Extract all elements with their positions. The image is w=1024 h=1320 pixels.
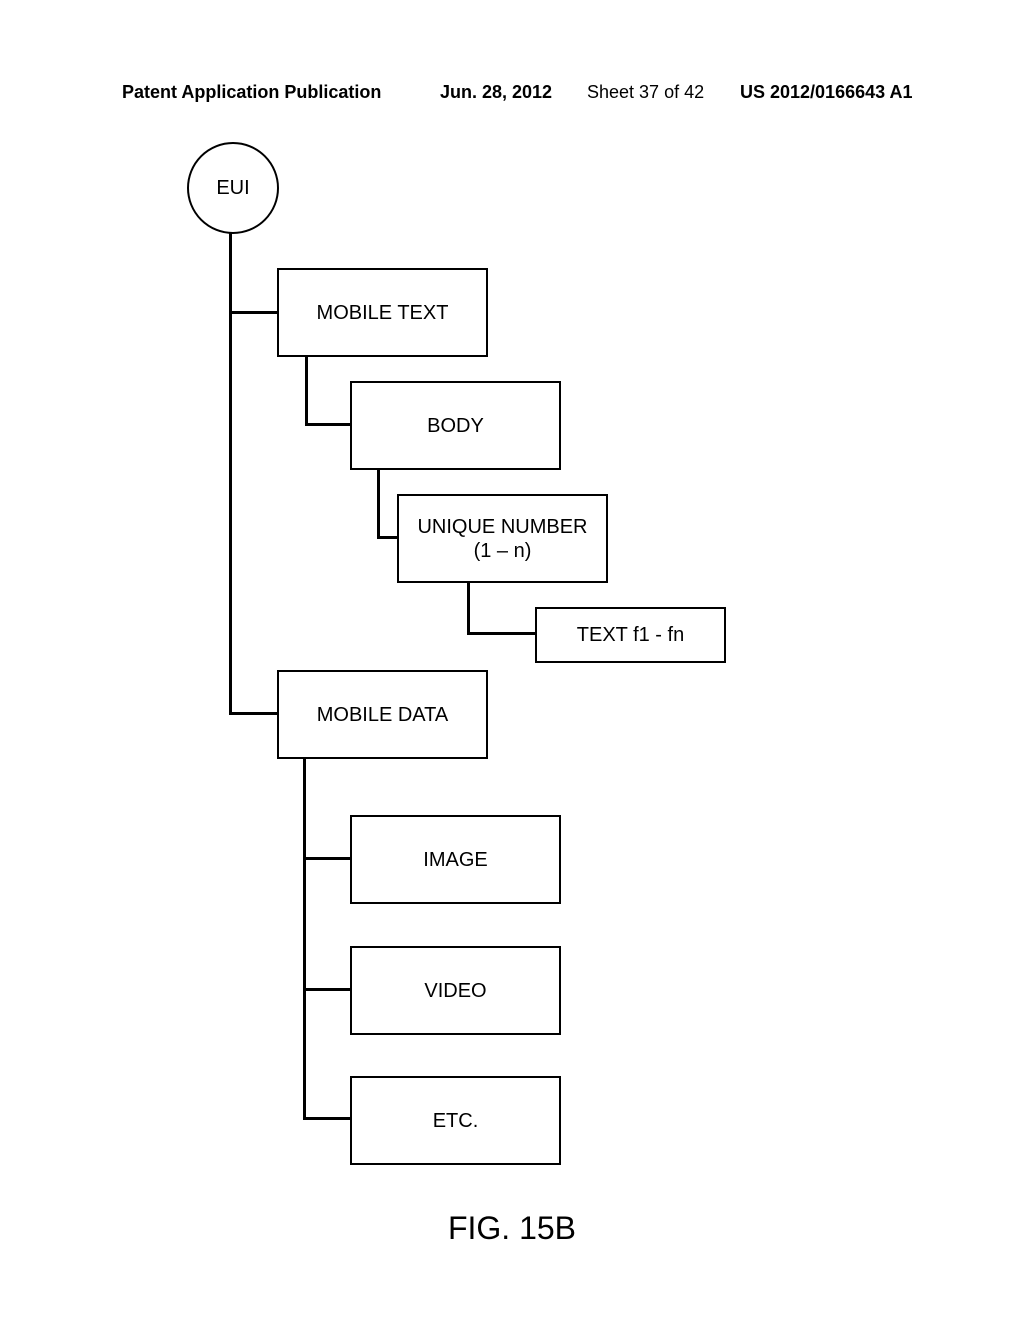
node-eui: EUI [187, 142, 279, 234]
node-image: IMAGE [350, 815, 561, 904]
figure-label-text: FIG. 15B [448, 1210, 576, 1246]
connector [303, 988, 350, 991]
node-unique-number-label: UNIQUE NUMBER (1 – n) [417, 515, 587, 563]
connector [305, 355, 308, 426]
node-body-label: BODY [427, 414, 484, 438]
node-mobile-data: MOBILE DATA [277, 670, 488, 759]
node-video-label: VIDEO [424, 979, 486, 1003]
node-etc-label: ETC. [433, 1109, 479, 1133]
node-text-fn: TEXT f1 - fn [535, 607, 726, 663]
connector [303, 857, 350, 860]
connector [377, 468, 380, 539]
node-unique-number: UNIQUE NUMBER (1 – n) [397, 494, 608, 583]
node-image-label: IMAGE [423, 848, 487, 872]
connector [305, 423, 350, 426]
connector [229, 311, 277, 314]
node-mobile-data-label: MOBILE DATA [317, 703, 449, 727]
connector [467, 632, 535, 635]
tree-diagram: EUI MOBILE TEXT BODY UNIQUE NUMBER (1 – … [0, 0, 1024, 1320]
node-mobile-text: MOBILE TEXT [277, 268, 488, 357]
node-eui-label: EUI [216, 177, 249, 200]
figure-label: FIG. 15B [0, 1210, 1024, 1247]
node-etc: ETC. [350, 1076, 561, 1165]
connector [303, 1117, 350, 1120]
connector [377, 536, 397, 539]
connector [229, 232, 232, 715]
connector [303, 757, 306, 1120]
connector [229, 712, 277, 715]
connector [467, 581, 470, 635]
node-video: VIDEO [350, 946, 561, 1035]
node-mobile-text-label: MOBILE TEXT [317, 301, 449, 325]
node-text-fn-label: TEXT f1 - fn [577, 623, 684, 647]
node-body: BODY [350, 381, 561, 470]
